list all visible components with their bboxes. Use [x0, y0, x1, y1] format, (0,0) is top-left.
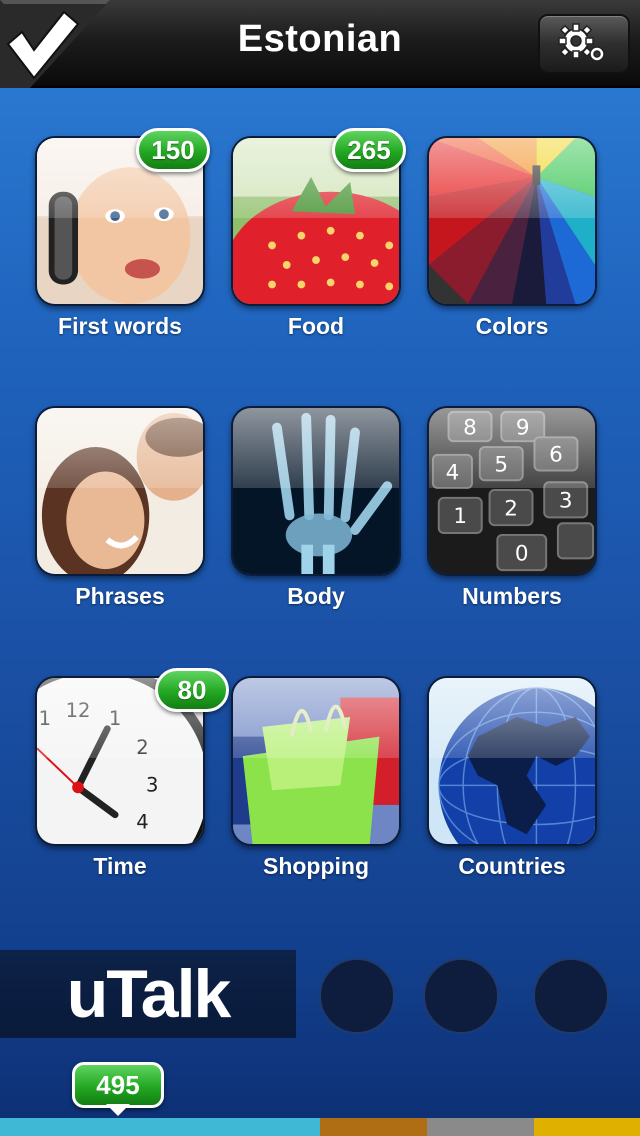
progress-segment: [534, 1118, 640, 1136]
category-colors-tile[interactable]: [427, 136, 597, 306]
svg-text:1: 1: [453, 504, 467, 529]
svg-text:2: 2: [504, 496, 518, 521]
progress-bar: [0, 1118, 640, 1136]
globe-image: [429, 678, 595, 844]
category-phrases-tile[interactable]: [35, 406, 205, 576]
category-label: Colors: [475, 313, 549, 339]
category-label: Numbers: [462, 583, 562, 609]
category-label: Time: [93, 853, 147, 879]
svg-text:5: 5: [494, 452, 508, 477]
page-indicator-dot[interactable]: [319, 958, 395, 1034]
category-shopping-tile[interactable]: [231, 676, 401, 846]
svg-text:3: 3: [559, 489, 573, 514]
word-count-badge: 80: [155, 668, 229, 712]
top-bar: Estonian: [0, 0, 640, 88]
progress-segment: [427, 1118, 534, 1136]
svg-text:8: 8: [463, 415, 477, 440]
progress-segment: [0, 1118, 320, 1136]
category-body-tile[interactable]: [231, 406, 401, 576]
svg-text:0: 0: [515, 541, 529, 566]
page-indicator-dot[interactable]: [533, 958, 609, 1034]
svg-text:12: 12: [66, 699, 91, 722]
brand-name: uTalk: [66, 956, 232, 1032]
category-label: Body: [287, 583, 345, 609]
total-words-badge: 495: [72, 1062, 164, 1108]
category-label: Shopping: [262, 853, 370, 879]
svg-text:3: 3: [146, 773, 158, 796]
svg-text:6: 6: [549, 443, 563, 468]
settings-button[interactable]: [538, 14, 630, 74]
gear-icon: [558, 23, 605, 62]
category-label: Phrases: [75, 583, 165, 609]
svg-text:1: 1: [39, 707, 51, 730]
word-count-badge: 150: [136, 128, 210, 172]
svg-text:4: 4: [446, 460, 460, 485]
category-countries-tile[interactable]: [427, 676, 597, 846]
category-label: Countries: [458, 853, 566, 879]
word-count-badge: 265: [332, 128, 406, 172]
badge-pointer: [106, 1104, 130, 1116]
umbrella-image: [429, 138, 595, 304]
progress-segment: [320, 1118, 427, 1136]
category-label: First words: [58, 313, 182, 339]
category-label: Food: [287, 313, 345, 339]
page-indicator-dot[interactable]: [423, 958, 499, 1034]
calculator-image: 8 9 4 5 6 1 2 3 0: [429, 408, 595, 574]
svg-text:9: 9: [516, 415, 530, 440]
utalk-logo: uTalk: [0, 950, 296, 1038]
couple-image: [37, 408, 203, 574]
svg-text:4: 4: [136, 810, 148, 833]
shopping-bags-image: [233, 678, 399, 844]
svg-text:1: 1: [109, 707, 121, 730]
x-ray-hand-image: [233, 408, 399, 574]
svg-text:2: 2: [136, 736, 148, 759]
category-numbers-tile[interactable]: 8 9 4 5 6 1 2 3 0: [427, 406, 597, 576]
